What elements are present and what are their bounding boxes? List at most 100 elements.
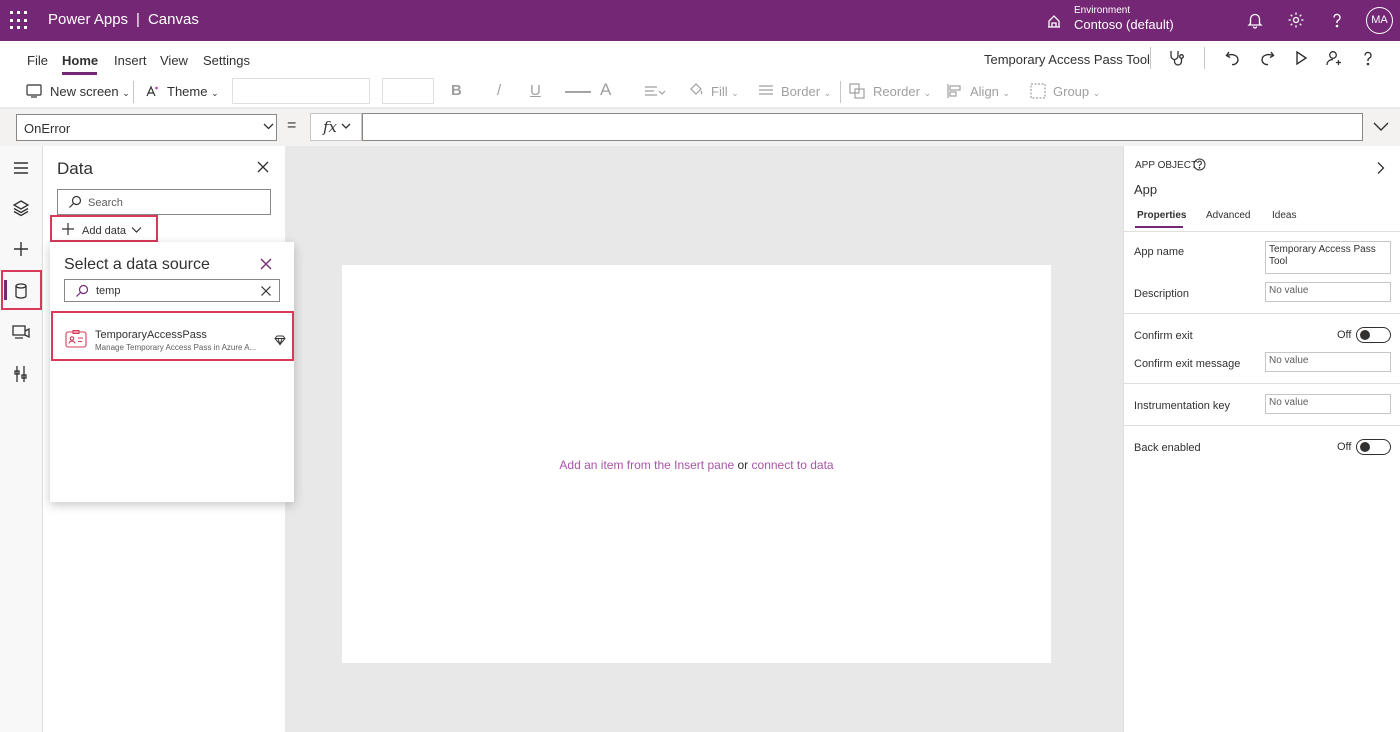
avatar[interactable]: MA bbox=[1366, 7, 1393, 34]
app-name-input[interactable]: Temporary Access Pass Tool bbox=[1265, 241, 1391, 274]
plus-icon[interactable] bbox=[11, 239, 31, 259]
theme-icon bbox=[146, 85, 158, 97]
help-icon[interactable] bbox=[1359, 49, 1377, 67]
add-data-label: Add data bbox=[82, 225, 127, 237]
app-title: Temporary Access Pass Tool bbox=[984, 52, 1150, 67]
fill-button[interactable]: Fill ⌄ bbox=[711, 84, 739, 99]
confirm-exit-toggle[interactable] bbox=[1356, 327, 1391, 343]
environment-label: Environment bbox=[1074, 5, 1131, 16]
reorder-icon bbox=[849, 83, 865, 99]
properties-panel: APP OBJECT App Properties Advanced Ideas… bbox=[1123, 146, 1400, 732]
chevron-down-icon: ⌄ bbox=[823, 88, 832, 98]
ribbon-toolbar: New screen ⌄ Theme ⌄ B / U —— A Fill ⌄ B… bbox=[0, 76, 1400, 108]
font-size-select[interactable] bbox=[382, 78, 434, 104]
tab-properties[interactable]: Properties bbox=[1137, 210, 1186, 221]
text-align-icon[interactable] bbox=[644, 85, 666, 99]
media-icon[interactable] bbox=[11, 322, 31, 342]
canvas-empty-hint: Add an item from the Insert pane or conn… bbox=[342, 458, 1051, 472]
menu-home[interactable]: Home bbox=[62, 53, 98, 68]
search-placeholder: Search bbox=[88, 197, 123, 209]
menu-view[interactable]: View bbox=[160, 53, 188, 68]
bell-icon[interactable] bbox=[1246, 11, 1264, 29]
group-button[interactable]: Group ⌄ bbox=[1053, 84, 1100, 99]
section-divider bbox=[1124, 425, 1400, 426]
formula-bar: OnError = fx bbox=[0, 109, 1400, 146]
chevron-down-icon: ⌄ bbox=[122, 88, 130, 98]
font-family-select[interactable] bbox=[232, 78, 370, 104]
connect-to-data-link[interactable]: connect to data bbox=[752, 458, 834, 472]
clear-icon[interactable] bbox=[260, 285, 272, 297]
strikethrough-icon[interactable]: —— bbox=[565, 84, 591, 99]
help-circle-icon[interactable] bbox=[1193, 158, 1206, 171]
tools-icon[interactable] bbox=[11, 364, 31, 384]
reorder-button[interactable]: Reorder ⌄ bbox=[873, 84, 931, 99]
environment-name[interactable]: Contoso (default) bbox=[1074, 17, 1174, 32]
border-button[interactable]: Border ⌄ bbox=[781, 84, 831, 99]
new-screen-icon bbox=[26, 84, 42, 98]
connector-item[interactable]: TemporaryAccessPass Manage Temporary Acc… bbox=[51, 311, 294, 361]
gear-icon[interactable] bbox=[1287, 11, 1305, 29]
confirm-exit-message-input[interactable]: No value bbox=[1265, 352, 1391, 372]
chevron-down-icon: ⌄ bbox=[923, 88, 932, 98]
menu-file[interactable]: File bbox=[27, 53, 48, 68]
tab-ideas[interactable]: Ideas bbox=[1272, 210, 1296, 221]
brand-separator: | bbox=[136, 11, 140, 28]
reorder-label: Reorder bbox=[873, 84, 920, 99]
align-button[interactable]: Align ⌄ bbox=[970, 84, 1010, 99]
panel-title: Data bbox=[57, 159, 93, 178]
fill-label: Fill bbox=[711, 84, 728, 99]
tab-advanced[interactable]: Advanced bbox=[1206, 210, 1250, 221]
italic-button[interactable]: / bbox=[497, 82, 501, 99]
stethoscope-icon[interactable] bbox=[1168, 49, 1186, 67]
fx-button[interactable]: fx bbox=[310, 113, 362, 141]
connector-name: TemporaryAccessPass bbox=[95, 329, 207, 341]
property-dropdown[interactable]: OnError bbox=[16, 114, 277, 141]
environment-icon[interactable] bbox=[1045, 12, 1063, 30]
group-label: Group bbox=[1053, 84, 1090, 99]
menu-bar: File Home Insert View Settings Temporary… bbox=[0, 41, 1400, 76]
description-input[interactable]: No value bbox=[1265, 282, 1391, 302]
property-value: OnError bbox=[24, 121, 71, 136]
object-name: App bbox=[1134, 182, 1158, 197]
redo-icon[interactable] bbox=[1258, 49, 1276, 67]
new-screen-button[interactable]: New screen ⌄ bbox=[50, 84, 130, 99]
database-icon[interactable] bbox=[11, 281, 31, 301]
menu-divider bbox=[1150, 47, 1151, 69]
underline-button[interactable]: U bbox=[530, 82, 541, 99]
data-source-search-input[interactable]: temp bbox=[64, 279, 280, 302]
menu-insert[interactable]: Insert bbox=[114, 53, 147, 68]
insert-pane-link[interactable]: Add an item from the Insert pane bbox=[559, 458, 734, 472]
expand-formula-icon[interactable] bbox=[1373, 121, 1389, 132]
add-data-button[interactable]: Add data bbox=[50, 215, 158, 242]
help-icon[interactable] bbox=[1328, 11, 1346, 29]
close-icon[interactable] bbox=[259, 257, 273, 271]
chevron-down-icon: ⌄ bbox=[1092, 88, 1101, 98]
close-icon[interactable] bbox=[256, 160, 270, 174]
waffle-icon[interactable] bbox=[10, 11, 30, 31]
tab-divider bbox=[1124, 231, 1400, 232]
back-enabled-label: Back enabled bbox=[1134, 442, 1201, 454]
formula-input[interactable] bbox=[362, 113, 1363, 141]
font-color-button[interactable]: A bbox=[600, 80, 611, 100]
layers-icon[interactable] bbox=[11, 198, 31, 218]
menu-active-indicator bbox=[62, 72, 97, 75]
chevron-right-icon[interactable] bbox=[1375, 161, 1386, 175]
back-enabled-toggle[interactable] bbox=[1356, 439, 1391, 455]
undo-icon[interactable] bbox=[1224, 49, 1242, 67]
share-user-icon[interactable] bbox=[1325, 49, 1343, 67]
menu-settings[interactable]: Settings bbox=[203, 53, 250, 68]
theme-button[interactable]: Theme ⌄ bbox=[167, 84, 219, 99]
description-label: Description bbox=[1134, 288, 1190, 300]
access-pass-icon bbox=[65, 329, 87, 348]
app-canvas-screen[interactable]: Add an item from the Insert pane or conn… bbox=[342, 265, 1051, 663]
data-search-input[interactable]: Search bbox=[57, 189, 271, 215]
play-icon[interactable] bbox=[1292, 49, 1310, 67]
bold-button[interactable]: B bbox=[451, 82, 462, 99]
chevron-down-icon bbox=[341, 123, 351, 129]
section-divider bbox=[1124, 313, 1400, 314]
product-name: Power Apps bbox=[48, 11, 129, 28]
search-icon bbox=[76, 284, 89, 297]
hamburger-icon[interactable] bbox=[11, 158, 31, 178]
tab-active-indicator bbox=[1135, 226, 1183, 228]
instrumentation-key-input[interactable]: No value bbox=[1265, 394, 1391, 414]
